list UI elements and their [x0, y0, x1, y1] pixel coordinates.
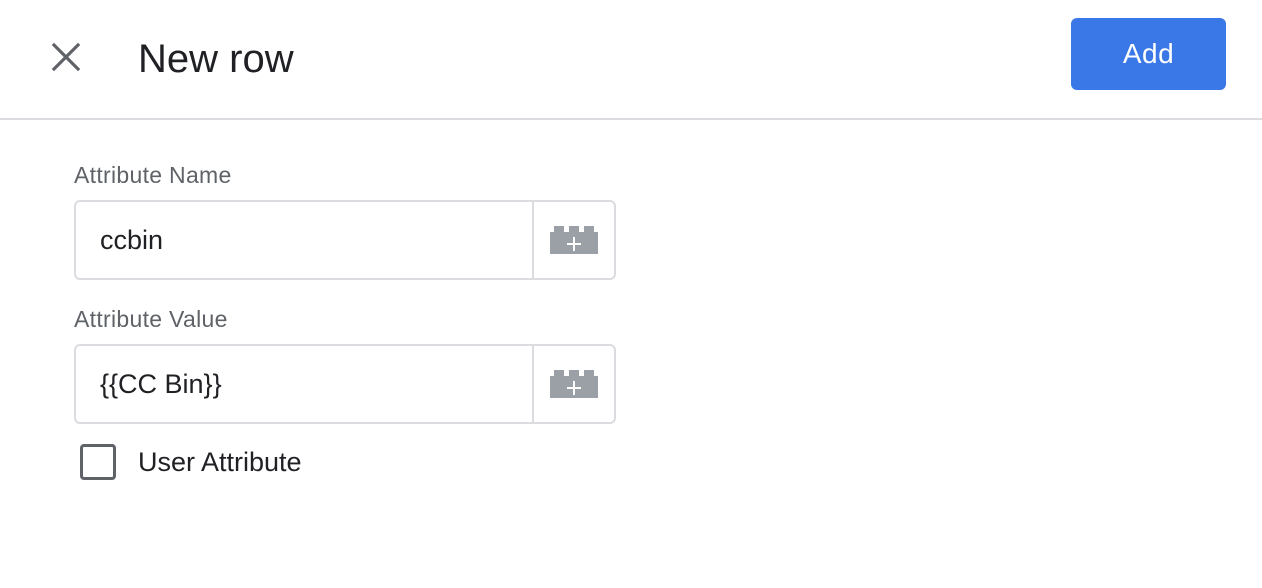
- close-icon: [51, 42, 81, 72]
- attribute-value-variable-button[interactable]: [532, 346, 614, 422]
- attribute-value-label: Attribute Value: [74, 306, 228, 332]
- user-attribute-option[interactable]: User Attribute: [80, 444, 302, 480]
- new-row-dialog: New row Add Attribute Name Attribute Val…: [0, 0, 1262, 588]
- dialog-title: New row: [138, 37, 294, 81]
- dialog-header: New row Add: [0, 0, 1262, 120]
- close-button[interactable]: [40, 31, 92, 83]
- user-attribute-checkbox[interactable]: [80, 444, 116, 480]
- user-attribute-label: User Attribute: [138, 446, 302, 477]
- attribute-name-input[interactable]: [76, 202, 532, 278]
- attribute-name-variable-button[interactable]: [532, 202, 614, 278]
- add-button[interactable]: Add: [1071, 18, 1226, 90]
- variable-picker-icon: [550, 370, 598, 398]
- attribute-name-field: [74, 200, 616, 280]
- attribute-value-field: [74, 344, 616, 424]
- attribute-value-input[interactable]: [76, 346, 532, 422]
- attribute-name-label: Attribute Name: [74, 162, 232, 188]
- variable-picker-icon: [550, 226, 598, 254]
